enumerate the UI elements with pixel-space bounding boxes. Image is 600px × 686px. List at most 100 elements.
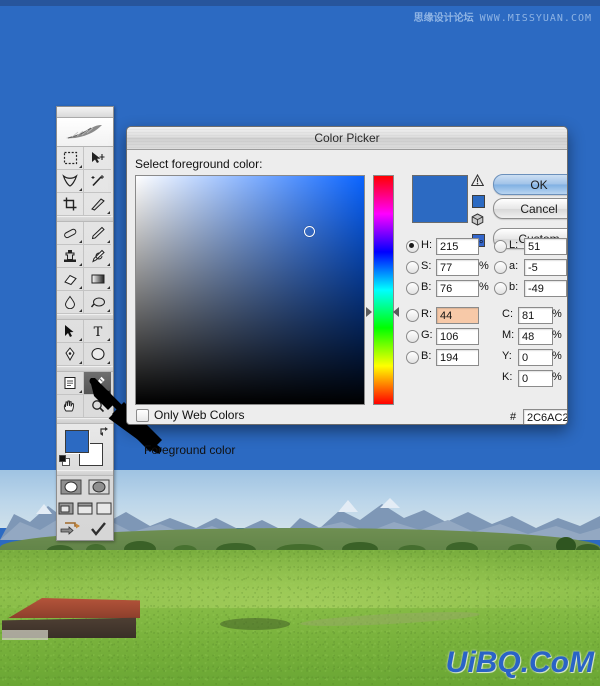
tool-grid-retouch[interactable] (57, 222, 111, 314)
tool-expand-triangle (107, 338, 110, 341)
label-b: B: (421, 281, 432, 293)
input-y[interactable]: 0 (518, 349, 553, 366)
radio-l[interactable] (494, 240, 507, 253)
cancel-button[interactable]: Cancel (493, 198, 567, 219)
hue-slider-handle-right[interactable] (393, 306, 399, 317)
color-value-row[interactable]: R: 44 C: 81% (406, 305, 566, 326)
input-b[interactable]: -49 (524, 280, 567, 297)
quick-mask-mode-button[interactable] (85, 476, 113, 498)
color-value-row[interactable]: H: 215 ° L: 51 (406, 236, 567, 257)
tool-magic-wand[interactable] (84, 170, 111, 193)
color-value-row[interactable]: G: 106 M: 48% (406, 326, 566, 347)
tool-slice[interactable] (84, 193, 111, 216)
gamut-warning-icon[interactable] (470, 173, 485, 187)
hue-slider-handle-left[interactable] (366, 306, 372, 317)
tool-expand-triangle (79, 263, 82, 266)
radio-r-rgb[interactable] (406, 309, 419, 322)
tool-gradient[interactable] (84, 268, 111, 291)
screen-mode-row[interactable] (57, 498, 113, 518)
web-safe-cube-icon[interactable] (471, 213, 484, 226)
default-colors-icon[interactable] (59, 455, 71, 467)
tool-shape[interactable] (84, 343, 111, 366)
label-s: S: (421, 260, 432, 272)
tool-grid-vector[interactable]: T (57, 320, 111, 366)
color-value-row[interactable]: S: 77% a: -5 (406, 257, 567, 278)
only-web-colors-checkbox[interactable] (136, 408, 149, 422)
color-value-row[interactable]: B: 194 Y: 0% (406, 347, 566, 368)
radio-b[interactable] (494, 282, 507, 295)
tool-grid[interactable] (57, 147, 111, 216)
input-c[interactable]: 81 (518, 307, 553, 324)
radio-a[interactable] (494, 261, 507, 274)
only-web-colors-row[interactable]: Only Web Colors (136, 408, 244, 422)
healing-brush-icon (64, 228, 77, 239)
color-picker-dialog[interactable]: Color Picker Select foreground color: OK… (126, 126, 568, 425)
tool-brush[interactable] (84, 222, 111, 245)
feather-logo-icon (66, 125, 102, 139)
input-a[interactable]: -5 (524, 259, 567, 276)
mask-mode-row[interactable] (57, 476, 113, 498)
tool-type[interactable]: T (84, 320, 111, 343)
standard-screen-mode-button[interactable] (57, 498, 76, 518)
input-m[interactable]: 48 (518, 328, 553, 345)
input-b[interactable]: 76 (436, 280, 479, 297)
tool-lasso[interactable] (57, 170, 84, 193)
tool-dodge[interactable] (84, 291, 111, 314)
radio-s[interactable] (406, 261, 419, 274)
input-g-rgb[interactable]: 106 (436, 328, 479, 345)
color-preview (412, 175, 468, 223)
tool-notes[interactable] (57, 372, 84, 395)
gamut-alternate-swatch[interactable] (472, 195, 485, 208)
foreground-color-swatch[interactable] (65, 430, 89, 453)
tool-expand-triangle (79, 165, 82, 168)
watermark-top: 思缘设计论坛 WWW.MISSYUAN.COM (414, 9, 592, 24)
label-b: b: (509, 281, 519, 293)
jump-to-row[interactable] (57, 518, 113, 540)
radio-b[interactable] (406, 282, 419, 295)
input-l[interactable]: 51 (524, 238, 567, 255)
label-l: L: (509, 239, 519, 251)
color-field[interactable] (135, 175, 365, 405)
tool-blur[interactable] (57, 291, 84, 314)
full-screen-mode-button[interactable] (94, 498, 113, 518)
clone-stamp-icon (64, 250, 76, 262)
input-h[interactable]: 215 (436, 238, 479, 255)
dialog-titlebar[interactable]: Color Picker (127, 127, 567, 150)
ok-button[interactable]: OK (493, 174, 567, 195)
full-screen-icon (96, 502, 112, 514)
input-s[interactable]: 77 (436, 259, 479, 276)
radio-g-rgb[interactable] (406, 330, 419, 343)
tool-crop[interactable] (57, 193, 84, 216)
input-b-rgb[interactable]: 194 (436, 349, 479, 366)
full-screen-menubar-mode-button[interactable] (76, 498, 95, 518)
check-button[interactable] (85, 518, 113, 540)
tool-marquee[interactable] (57, 147, 84, 170)
hex-input[interactable]: 2C6AC2 (523, 409, 567, 424)
radio-h[interactable] (406, 240, 419, 253)
tool-path-selection[interactable] (57, 320, 84, 343)
jump-to-imageready-button[interactable] (57, 518, 85, 540)
color-field-marker[interactable] (304, 225, 316, 237)
dialog-body: Select foreground color: OK Cancel H: 21… (127, 150, 567, 424)
tool-history-brush[interactable] (84, 245, 111, 268)
tool-clone-stamp[interactable] (57, 245, 84, 268)
tool-hand[interactable] (57, 395, 84, 418)
hand-icon (63, 400, 75, 412)
radio-b-rgb[interactable] (406, 351, 419, 364)
color-value-fields[interactable]: H: 215 ° L: 51 S: 77% a: -5 B: 76% b: -49 R: 44 C: 81% G:… (406, 236, 567, 389)
hue-slider[interactable] (373, 175, 394, 405)
input-r-rgb[interactable]: 44 (436, 307, 479, 324)
tool-pen[interactable] (57, 343, 84, 366)
label-g-rgb: G: (421, 329, 433, 341)
tool-healing-brush[interactable] (57, 222, 84, 245)
tool-eraser[interactable] (57, 268, 84, 291)
tool-move[interactable] (84, 147, 111, 170)
label-m: M: (502, 329, 515, 341)
input-k[interactable]: 0 (518, 370, 553, 387)
color-value-row[interactable]: B: 76% b: -49 (406, 278, 567, 299)
standard-mask-mode-button[interactable] (57, 476, 85, 498)
unit-m: % (552, 329, 562, 341)
photoshop-toolbar[interactable]: T (56, 106, 114, 541)
toolbar-drag-handle[interactable] (57, 107, 113, 118)
color-value-row[interactable]: K: 0% (406, 368, 566, 389)
